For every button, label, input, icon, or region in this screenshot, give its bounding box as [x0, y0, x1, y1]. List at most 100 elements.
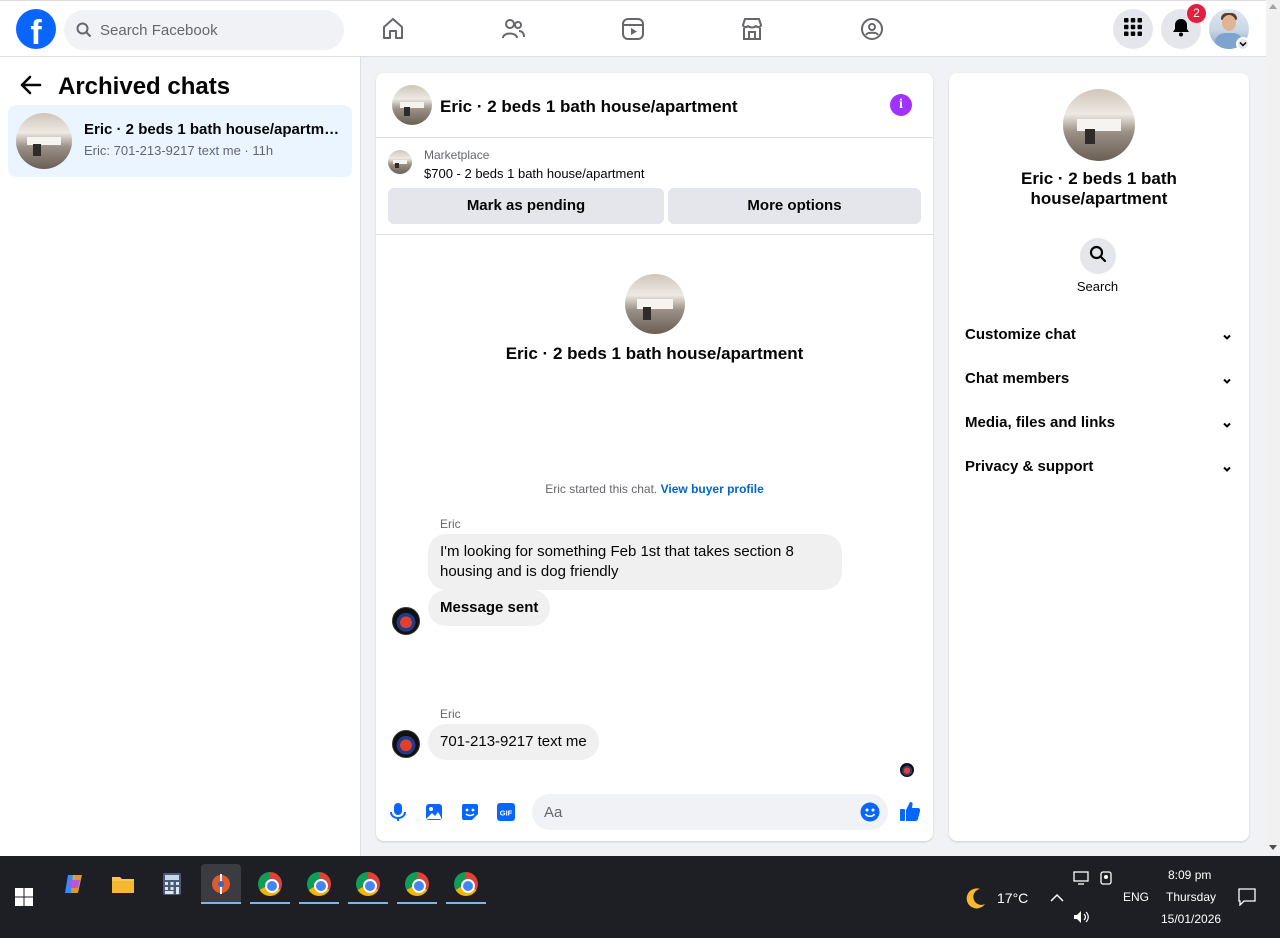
groups-icon[interactable]	[856, 13, 888, 45]
media-files-links-section[interactable]: Media, files and links	[965, 414, 1233, 438]
windows-start-icon[interactable]	[4, 877, 44, 917]
menu-grid-button[interactable]	[1113, 9, 1153, 49]
search-icon	[1089, 245, 1107, 268]
listing-thumbnail[interactable]	[392, 85, 432, 125]
section-label: Chat members	[965, 370, 1070, 387]
search-label: Search	[1076, 279, 1119, 294]
bell-icon	[1171, 17, 1191, 42]
listing-thumbnail	[16, 113, 72, 169]
network-icon[interactable]	[1073, 871, 1091, 890]
chrome-profile-3-icon[interactable]	[348, 864, 388, 904]
marketplace-icon[interactable]	[736, 13, 768, 45]
customize-chat-section[interactable]: Customize chat	[965, 326, 1233, 350]
marketplace-listing-card: Marketplace $700 - 2 beds 1 bath house/a…	[376, 138, 933, 235]
language-indicator[interactable]: ENG	[1123, 890, 1149, 904]
conversation-name: Eric · 2 beds 1 bath house/apartment	[505, 344, 804, 363]
volume-icon[interactable]	[1073, 910, 1091, 929]
active-indicator	[348, 902, 388, 904]
active-indicator	[299, 902, 339, 904]
page-scrollbar[interactable]	[1266, 0, 1280, 856]
chat-thread-item[interactable]: Eric · 2 beds 1 bath house/apartment Eri…	[8, 105, 352, 177]
grid-icon	[1123, 17, 1143, 42]
chevron-down-icon	[1221, 418, 1233, 435]
message-bubble[interactable]: 701-213-9217 text me	[428, 724, 599, 760]
sticker-icon[interactable]	[459, 801, 481, 823]
active-indicator	[250, 902, 290, 904]
clock-time[interactable]: 8:09 pm	[1168, 868, 1211, 882]
chevron-down-icon	[1221, 330, 1233, 347]
listing-price-title[interactable]: $700 - 2 beds 1 bath house/apartment	[424, 166, 644, 181]
back-arrow-icon[interactable]	[20, 75, 42, 100]
gif-icon[interactable]: GIF	[495, 801, 517, 823]
search-in-conversation-button[interactable]	[1080, 238, 1116, 274]
home-icon[interactable]	[377, 13, 409, 45]
photo-icon[interactable]	[423, 801, 445, 823]
message-sender: Eric	[440, 707, 461, 721]
message-composer: GIF	[376, 791, 933, 835]
chat-members-section[interactable]: Chat members	[965, 370, 1233, 394]
search-box[interactable]	[64, 10, 344, 50]
top-navigation-bar: f 2	[0, 0, 1266, 57]
mark-as-pending-button[interactable]: Mark as pending	[388, 188, 664, 224]
section-label: Media, files and links	[965, 414, 1116, 431]
sender-avatar[interactable]	[392, 730, 420, 758]
chrome-profile-4-icon[interactable]	[397, 864, 437, 904]
search-icon	[76, 22, 92, 43]
message-bubble[interactable]: I'm looking for something Feb 1st that t…	[428, 534, 842, 590]
video-icon[interactable]	[617, 13, 649, 45]
conversation-title[interactable]: Eric · 2 beds 1 bath house/apartment	[440, 97, 738, 117]
conversation-header: Eric · 2 beds 1 bath house/apartment i	[376, 73, 933, 138]
windows-taskbar: 17°C ENG 8:09 pm Thursday 15/01/2026	[0, 856, 1280, 938]
message-input[interactable]	[544, 794, 844, 830]
marketplace-label: Marketplace	[424, 148, 490, 162]
chevron-down-icon[interactable]	[1236, 37, 1250, 51]
search-input[interactable]	[100, 10, 330, 50]
chrome-profile-5-icon[interactable]	[446, 864, 486, 904]
privacy-support-section[interactable]: Privacy & support	[965, 458, 1233, 482]
chevron-up-icon[interactable]	[1050, 890, 1064, 908]
meet-now-icon[interactable]	[1099, 870, 1113, 891]
message-input-box[interactable]	[532, 794, 888, 830]
conversation-avatar-large[interactable]	[1063, 89, 1135, 161]
section-label: Customize chat	[965, 326, 1076, 343]
more-options-button[interactable]: More options	[668, 188, 921, 224]
thumbs-up-icon[interactable]	[899, 800, 921, 822]
sender-avatar[interactable]	[392, 607, 420, 635]
listing-thumbnail	[388, 150, 412, 174]
notification-center-icon[interactable]	[1238, 888, 1256, 911]
thread-name: Eric · 2 beds 1 bath house/apartment	[84, 121, 340, 138]
chrome-profile-2-icon[interactable]	[299, 864, 339, 904]
moon-weather-icon[interactable]	[964, 886, 988, 915]
file-explorer-icon[interactable]	[103, 864, 143, 904]
calculator-icon[interactable]	[152, 864, 192, 904]
archived-chats-sidebar: Archived chats Eric · 2 beds 1 bath hous…	[0, 57, 361, 856]
message-sender: Eric	[440, 517, 461, 531]
facebook-logo[interactable]: f	[16, 9, 56, 49]
snipping-tool-icon[interactable]	[201, 864, 241, 904]
started-text: Eric started this chat.	[545, 482, 658, 496]
notification-badge: 2	[1187, 4, 1206, 23]
emoji-icon[interactable]	[860, 802, 880, 827]
conversation-panel: Eric · 2 beds 1 bath house/apartment i M…	[376, 73, 933, 841]
clock-date[interactable]: 15/01/2026	[1161, 912, 1221, 926]
active-indicator	[446, 902, 486, 904]
seen-indicator-avatar	[900, 763, 914, 777]
info-icon[interactable]: i	[890, 94, 912, 116]
copilot-icon[interactable]	[54, 864, 94, 904]
chevron-down-icon	[1221, 374, 1233, 391]
friends-icon[interactable]	[497, 13, 529, 45]
view-buyer-profile-link[interactable]: View buyer profile	[661, 482, 764, 496]
active-indicator	[201, 902, 241, 904]
svg-text:GIF: GIF	[500, 809, 513, 818]
thread-snippet: Eric: 701-213-9217 text me · 11h	[84, 143, 274, 158]
section-label: Privacy & support	[965, 458, 1094, 475]
microphone-icon[interactable]	[387, 801, 409, 823]
chrome-profile-1-icon[interactable]	[250, 864, 290, 904]
message-sent-bubble[interactable]: Message sent	[428, 590, 551, 626]
weather-temperature[interactable]: 17°C	[997, 890, 1028, 906]
clock-day[interactable]: Thursday	[1166, 890, 1216, 904]
chat-started-notice: Eric started this chat. View buyer profi…	[376, 482, 933, 496]
conversation-avatar[interactable]	[625, 274, 685, 334]
sidebar-header: Archived chats	[20, 73, 230, 101]
info-panel-title: Eric · 2 beds 1 bath house/apartment	[1021, 169, 1177, 208]
